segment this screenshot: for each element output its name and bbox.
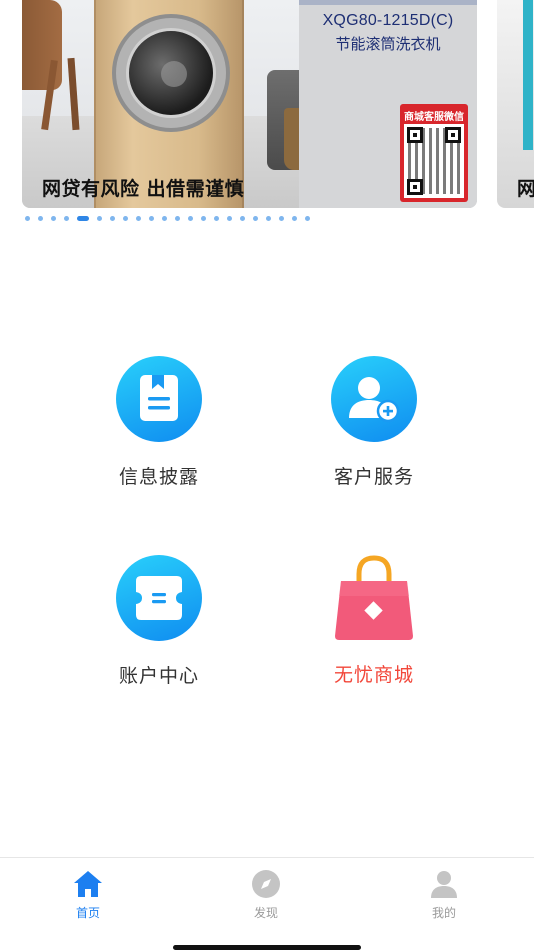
menu-customer-service[interactable]: 客户服务	[304, 356, 444, 489]
tab-label: 首页	[75, 906, 100, 920]
menu-label: 客户服务	[333, 466, 414, 488]
tab-mine[interactable]: 我的	[399, 868, 489, 921]
carousel-dot	[162, 215, 167, 221]
document-bookmark-icon[interactable]	[116, 356, 202, 442]
bottom-tab-bar: 首页 发现 我的	[0, 857, 534, 950]
carousel-dot	[97, 215, 102, 221]
qr-finder	[407, 179, 423, 195]
carousel-dot-active	[77, 215, 89, 221]
carousel-dot	[188, 215, 193, 221]
menu-label: 账户中心	[118, 665, 199, 687]
tab-label: 发现	[253, 906, 278, 920]
risk-warning: 网贷有风险 出借需谨慎	[42, 178, 245, 200]
carousel-dot	[305, 215, 310, 221]
carousel-dot	[123, 215, 128, 221]
menu-info-disclosure[interactable]: 信息披露	[89, 356, 229, 489]
next-banner-slide[interactable]: 网	[497, 0, 534, 208]
person-icon	[431, 871, 457, 898]
compass-icon	[252, 870, 280, 898]
menu-worry-free-mall[interactable]: 无忧商城	[304, 552, 444, 687]
shopping-bag-icon[interactable]	[329, 552, 419, 642]
next-banner-image	[523, 0, 533, 150]
banner-carousel[interactable]: XQG80-1215D(C) 节能滚筒洗衣机 商城客服微信 网贷有风险 出借需谨…	[0, 0, 534, 230]
carousel-dot	[201, 215, 206, 221]
qr-finder	[407, 127, 423, 143]
wechat-qr-card: 商城客服微信	[400, 104, 468, 202]
carousel-dot	[279, 215, 284, 221]
carousel-dot	[240, 215, 245, 221]
tab-discover[interactable]: 发现	[221, 868, 311, 921]
carousel-dot	[25, 215, 30, 221]
product-name: 节能滚筒洗衣机	[335, 35, 441, 53]
washer-door	[112, 14, 230, 132]
panel-topbar	[299, 0, 477, 5]
carousel-dot	[292, 215, 297, 221]
menu-label: 信息披露	[118, 466, 199, 488]
carousel-dot	[64, 215, 69, 221]
carousel-indicator	[25, 214, 318, 222]
home-indicator	[173, 945, 361, 950]
chair-image	[22, 0, 62, 90]
carousel-dot	[38, 215, 43, 221]
carousel-dot	[149, 215, 154, 221]
qr-code-icon	[404, 124, 464, 198]
next-risk-warning: 网	[517, 178, 534, 200]
menu-account-center[interactable]: 账户中心	[89, 555, 229, 688]
ticket-icon[interactable]	[116, 555, 202, 641]
carousel-dot	[175, 215, 180, 221]
qr-finder	[445, 127, 461, 143]
tab-home[interactable]: 首页	[43, 868, 133, 921]
product-model: XQG80-1215D(C)	[322, 12, 454, 29]
user-add-icon[interactable]	[331, 356, 417, 442]
menu-label: 无忧商城	[333, 664, 414, 686]
carousel-dot	[227, 215, 232, 221]
carousel-dot	[266, 215, 271, 221]
washer-drum	[126, 28, 216, 118]
tab-label: 我的	[431, 906, 456, 920]
carousel-dot	[136, 215, 141, 221]
qr-label: 商城客服微信	[404, 112, 464, 123]
washer-hub	[161, 61, 187, 87]
carousel-dot	[214, 215, 219, 221]
carousel-dot	[253, 215, 258, 221]
home-icon	[74, 871, 102, 897]
carousel-dot	[110, 215, 115, 221]
banner-slide[interactable]: XQG80-1215D(C) 节能滚筒洗衣机 商城客服微信 网贷有风险 出借需谨…	[22, 0, 477, 208]
carousel-dot	[51, 215, 56, 221]
